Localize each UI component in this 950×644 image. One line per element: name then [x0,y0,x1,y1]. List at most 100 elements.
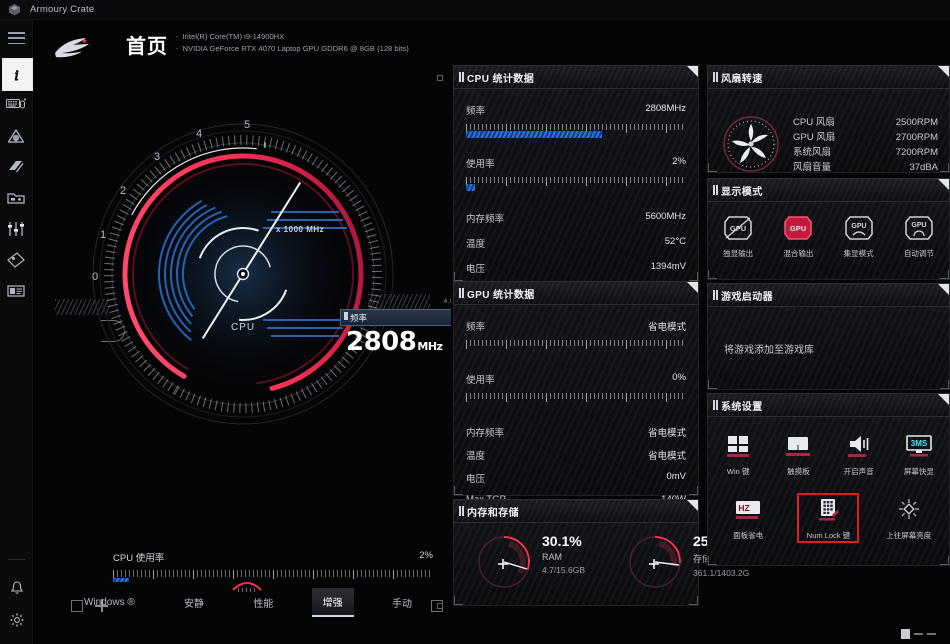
svg-text:HZ: HZ [738,503,749,513]
rog-logo-icon [52,36,94,62]
cpu-gauge-area: CPU 0 1 2 3 4 5 x 1000 M [33,62,451,582]
fan-readout-list: CPU 风扇 2500RPM GPU 风扇 2700RPM 系统风扇 7200R… [793,115,938,175]
gpu-freq-meter [466,340,686,351]
fan-cpu-value: 2500RPM [896,115,938,130]
game-launcher-body[interactable]: 将游戏添加至游戏库 [707,307,950,390]
gpu-discrete-icon: GPU [721,213,755,243]
mode-tab-windows[interactable]: Windows ® [73,591,146,614]
system-setting-numlock[interactable]: Num Lock 键 [799,495,857,541]
fan-row-system: 系统风扇 7200RPM [793,145,938,160]
gauge-tooltip-value: 2808MHz [346,327,442,357]
panel-marker [437,603,443,609]
major-tick-marks [466,177,686,186]
display-mode-body: GPU 独显输出 GPU 混合输出 [707,202,950,280]
gpu-mem-freq-label: 内存频率 [466,425,504,439]
cpu-util-value: 2% [672,156,686,170]
svg-text:3MS: 3MS [911,439,928,448]
display-mode-option-integrated[interactable]: GPU 集显模式 [830,213,888,259]
app-title: Armoury Crate [30,4,94,15]
display-mode-option-discrete[interactable]: GPU 独显输出 [709,213,767,259]
mode-tab-performance[interactable]: 性能 [242,589,284,616]
gauge-tick-2: 2 [120,185,126,197]
sidebar-item-lighting-effects[interactable] [0,151,33,182]
sidebar-item-game-library[interactable] [0,182,33,213]
spec-line: -Intel(R) Core(TM) i9-14900HX [176,31,409,43]
system-settings-body: Win 键 触摸板 [707,417,950,566]
memory-storage-body: 30.1% RAM 4.7/15.6GB [453,523,699,606]
device-spec-list: -Intel(R) Core(TM) i9-14900HX -NVIDIA Ge… [176,31,409,55]
gauge-tooltip-header: 频率 [340,309,451,326]
fan-noise-label: 风扇音量 [793,160,831,175]
sidebar-item-news-feed[interactable] [0,275,33,306]
system-setting-brightness[interactable]: 上往屏幕亮度 [880,495,938,541]
overdrive-3ms-icon: 3MS [902,431,936,461]
svg-text:GPU: GPU [851,223,866,230]
display-mode-panel: 显示模式 GPU 独显输出 [707,178,950,280]
usage-bars: CPU 使用率 2% GPU 使用率 0% [113,550,433,582]
hamburger-icon[interactable] [8,32,25,44]
lighting-effects-icon [7,159,25,174]
bullet-dash-icon: - [176,32,179,41]
gpu-stats-body: 频率 省电模式 使用率 0% 内存频率 省电模式 温度 省电模式 [453,305,699,496]
sidebar-bottom-group [0,559,33,636]
mode-tabs: Windows ® 安静 性能 增强 手动 [73,588,423,617]
corner-mark [940,556,949,565]
display-mode-option-auto[interactable]: GPU 自动调节 [890,213,948,259]
cpu-util-fill [466,184,475,191]
gpu-stats-title: GPU 统计数据 [467,286,535,301]
mode-tab-manual[interactable]: 手动 [381,589,423,616]
system-setting-win-key[interactable]: Win 键 [709,431,767,477]
armoury-crate-logo-icon [8,3,21,16]
major-tick-marks [466,393,686,402]
cpu-mem-freq-row: 内存频率 5600MHz [454,211,698,225]
sidebar-item-input-devices[interactable] [0,89,33,120]
gauge-tooltip-label: 频率 [350,312,367,324]
cpu-usage-label: CPU 使用率 [113,550,164,564]
bottom-status-indicator [901,629,936,639]
windows-key-icon [721,431,755,461]
panel-power-save-hz-icon: HZ [731,495,765,525]
fan-row-gpu: GPU 风扇 2700RPM [793,130,938,145]
sidebar-item-deals-tag[interactable] [0,244,33,275]
cpu-stats-body: 频率 2808MHz 使用率 2% 内存频率 5600MHz [453,89,699,282]
fan-noise-value: 37dBA [909,160,938,175]
page-header: 首页 -Intel(R) Core(TM) i9-14900HX -NVIDIA… [33,20,950,62]
system-settings-panel: 系统设置 Win 键 [707,393,950,566]
bell-icon [9,580,25,596]
gpu-stats-header: GPU 统计数据 [453,281,699,305]
ram-name: RAM [542,552,585,562]
corner-mark [454,272,463,281]
system-settings-title: 系统设置 [721,398,763,413]
sidebar-item-aura-lighting[interactable] [0,120,33,151]
mode-tab-turbo[interactable]: 增强 [312,588,354,617]
cpu-usage-track [113,570,433,579]
system-setting-touchpad[interactable]: 触摸板 [769,431,827,477]
spec-line: -NVIDIA GeForce RTX 4070 Laptop GPU GDDR… [176,43,409,55]
gpu-integrated-icon: GPU [842,213,876,243]
svg-text:GPU: GPU [790,224,806,233]
system-setting-panel-power[interactable]: HZ 面板省电 [719,495,777,541]
system-setting-overdrive[interactable]: 3MS 屏幕快显 [890,431,948,477]
gpu-auto-icon: GPU [902,213,936,243]
sidebar-item-scenario-profiles[interactable] [0,213,33,244]
ram-dial [476,534,532,590]
display-mode-option-hybrid[interactable]: GPU 混合输出 [769,213,827,259]
fan-system-value: 7200RPM [896,145,938,160]
display-mode-header: 显示模式 [707,178,950,202]
system-setting-sound[interactable]: 开启声音 [830,431,888,477]
corner-mark [454,486,463,495]
corner-mark [940,380,949,389]
gpu-freq-value: 省电模式 [648,319,686,333]
gauge-center-label: CPU [231,322,255,333]
cpu-mem-freq-value: 5600MHz [645,211,686,225]
system-setting-label: Num Lock 键 [807,530,850,541]
cpu-temp-row: 温度 52°C [454,236,698,250]
gpu-volt-value: 0mV [666,471,686,485]
mode-tab-silent[interactable]: 安静 [173,589,215,616]
sidebar-item-device-info[interactable]: i [0,58,33,89]
numlock-key-icon [811,495,845,525]
sidebar-item-notifications[interactable] [0,572,33,604]
aura-sync-icon [7,128,25,144]
game-launcher-empty-text[interactable]: 将游戏添加至游戏库 [708,307,949,356]
sidebar-item-settings[interactable] [0,604,33,636]
